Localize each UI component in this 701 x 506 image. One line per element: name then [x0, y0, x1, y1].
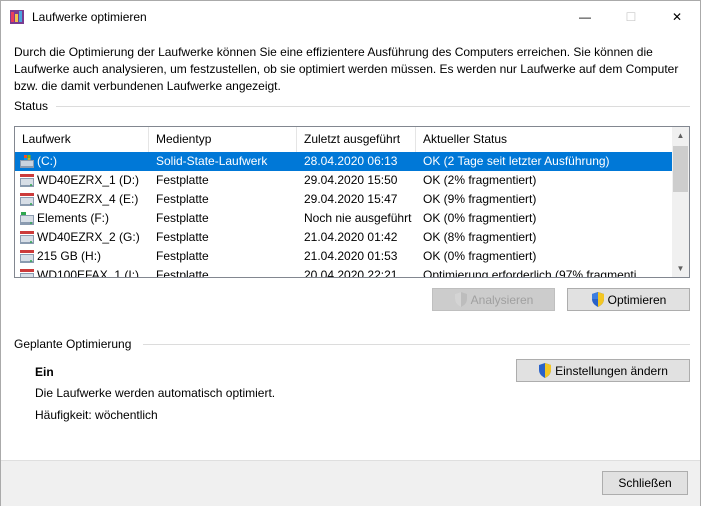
- drive-name-cell: WD100EFAX_1 (I:): [37, 268, 140, 278]
- column-header-last-run[interactable]: Zuletzt ausgeführt: [297, 127, 416, 152]
- media-type-cell: Festplatte: [156, 192, 209, 206]
- hard-drive-icon: [20, 193, 34, 206]
- windows-drive-icon: [20, 155, 34, 168]
- schedule-frequency: Häufigkeit: wöchentlich: [35, 408, 158, 422]
- status-cell: OK (2 Tage seit letzter Ausführung): [423, 154, 610, 168]
- drive-row[interactable]: WD100EFAX_1 (I:) Festplatte 20.04.2020 22:…: [15, 266, 672, 278]
- drive-row[interactable]: WD40EZRX_4 (E:) Festplatte 29.04.2020 15:4…: [15, 190, 672, 209]
- optimize-button[interactable]: Optimieren: [567, 288, 690, 311]
- status-cell: OK (8% fragmentiert): [423, 230, 537, 244]
- scheduled-section-label: Geplante Optimierung: [14, 337, 132, 351]
- hard-drive-icon: [20, 174, 34, 187]
- dialog-footer: Schließen: [1, 460, 700, 506]
- drive-name-cell: 215 GB (H:): [37, 249, 102, 263]
- drives-list-header: Laufwerk Medientyp Zuletzt ausgeführt Ak…: [15, 127, 672, 152]
- drive-name-cell: Elements (F:): [37, 211, 110, 225]
- status-cell: OK (0% fragmentiert): [423, 211, 537, 225]
- last-run-cell: 21.04.2020 01:53: [304, 249, 398, 263]
- analyze-button-label: Analysieren: [470, 292, 534, 307]
- last-run-cell: 20.04.2020 22:21: [304, 268, 398, 278]
- column-header-drive[interactable]: Laufwerk: [15, 127, 149, 152]
- drives-list[interactable]: Laufwerk Medientyp Zuletzt ausgeführt Ak…: [14, 126, 690, 278]
- drive-row[interactable]: WD40EZRX_1 (D:) Festplatte 29.04.2020 15:5…: [15, 171, 672, 190]
- maximize-button[interactable]: ☐: [608, 1, 654, 32]
- status-cell: OK (0% fragmentiert): [423, 249, 537, 263]
- change-settings-button[interactable]: Einstellungen ändern: [516, 359, 690, 382]
- drive-name-cell: WD40EZRX_4 (E:): [37, 192, 139, 206]
- scrollbar-thumb[interactable]: [673, 146, 688, 192]
- last-run-cell: 28.04.2020 06:13: [304, 154, 398, 168]
- last-run-cell: Noch nie ausgeführt: [304, 211, 412, 225]
- last-run-cell: 29.04.2020 15:50: [304, 173, 398, 187]
- drives-list-scrollbar[interactable]: ▲ ▼: [672, 127, 689, 277]
- drive-name-cell: (C:): [37, 154, 57, 168]
- uac-shield-icon: [591, 292, 604, 307]
- last-run-cell: 29.04.2020 15:47: [304, 192, 398, 206]
- column-header-status[interactable]: Aktueller Status: [416, 127, 672, 152]
- scroll-down-arrow-icon[interactable]: ▼: [672, 260, 689, 277]
- optimize-button-label: Optimieren: [607, 292, 667, 307]
- media-type-cell: Festplatte: [156, 268, 209, 278]
- last-run-cell: 21.04.2020 01:42: [304, 230, 398, 244]
- status-divider: [56, 106, 690, 107]
- media-type-cell: Solid-State-Laufwerk: [156, 154, 268, 168]
- drive-row[interactable]: WD40EZRX_2 (G:) Festplatte 21.04.2020 01:4…: [15, 228, 672, 247]
- media-type-cell: Festplatte: [156, 249, 209, 263]
- hard-drive-icon: [20, 269, 34, 277]
- intro-text: Durch die Optimierung der Laufwerke könn…: [14, 45, 679, 93]
- drive-row[interactable]: 215 GB (H:) Festplatte 21.04.2020 01:53 OK …: [15, 247, 672, 266]
- close-button[interactable]: Schließen: [602, 471, 688, 495]
- drive-name-cell: WD40EZRX_2 (G:): [37, 230, 140, 244]
- media-type-cell: Festplatte: [156, 173, 209, 187]
- status-cell: OK (9% fragmentiert): [423, 192, 537, 206]
- close-button-label: Schließen: [618, 476, 672, 490]
- status-section-label: Status: [14, 99, 49, 113]
- close-window-button[interactable]: ✕: [654, 1, 700, 32]
- hard-drive-icon: [20, 250, 34, 263]
- external-drive-icon: [20, 212, 34, 225]
- optimize-drives-window: Laufwerke optimieren — ☐ ✕ Durch die Opt…: [0, 0, 701, 506]
- hard-drive-icon: [20, 231, 34, 244]
- status-cell: Optimierung erforderlich (97% fragmenti: [423, 268, 637, 278]
- column-header-media-type[interactable]: Medientyp: [149, 127, 297, 152]
- uac-shield-icon: [539, 363, 552, 378]
- drive-name-cell: WD40EZRX_1 (D:): [37, 173, 140, 187]
- title-bar: Laufwerke optimieren — ☐ ✕: [1, 1, 700, 32]
- analyze-button[interactable]: Analysieren: [432, 288, 555, 311]
- scroll-up-arrow-icon[interactable]: ▲: [672, 127, 689, 144]
- schedule-state: Ein: [35, 365, 54, 379]
- schedule-description: Die Laufwerke werden automatisch optimie…: [35, 386, 276, 400]
- status-cell: OK (2% fragmentiert): [423, 173, 537, 187]
- uac-shield-icon: [454, 292, 467, 307]
- defrag-app-icon: [10, 10, 24, 24]
- scheduled-divider: [143, 344, 690, 345]
- minimize-button[interactable]: —: [562, 1, 608, 32]
- drive-row[interactable]: (C:) Solid-State-Laufwerk 28.04.2020 06:13…: [15, 152, 672, 171]
- media-type-cell: Festplatte: [156, 230, 209, 244]
- drive-row[interactable]: Elements (F:) Festplatte Noch nie ausgefüh…: [15, 209, 672, 228]
- change-settings-button-label: Einstellungen ändern: [555, 363, 668, 378]
- window-title: Laufwerke optimieren: [32, 10, 147, 24]
- media-type-cell: Festplatte: [156, 211, 209, 225]
